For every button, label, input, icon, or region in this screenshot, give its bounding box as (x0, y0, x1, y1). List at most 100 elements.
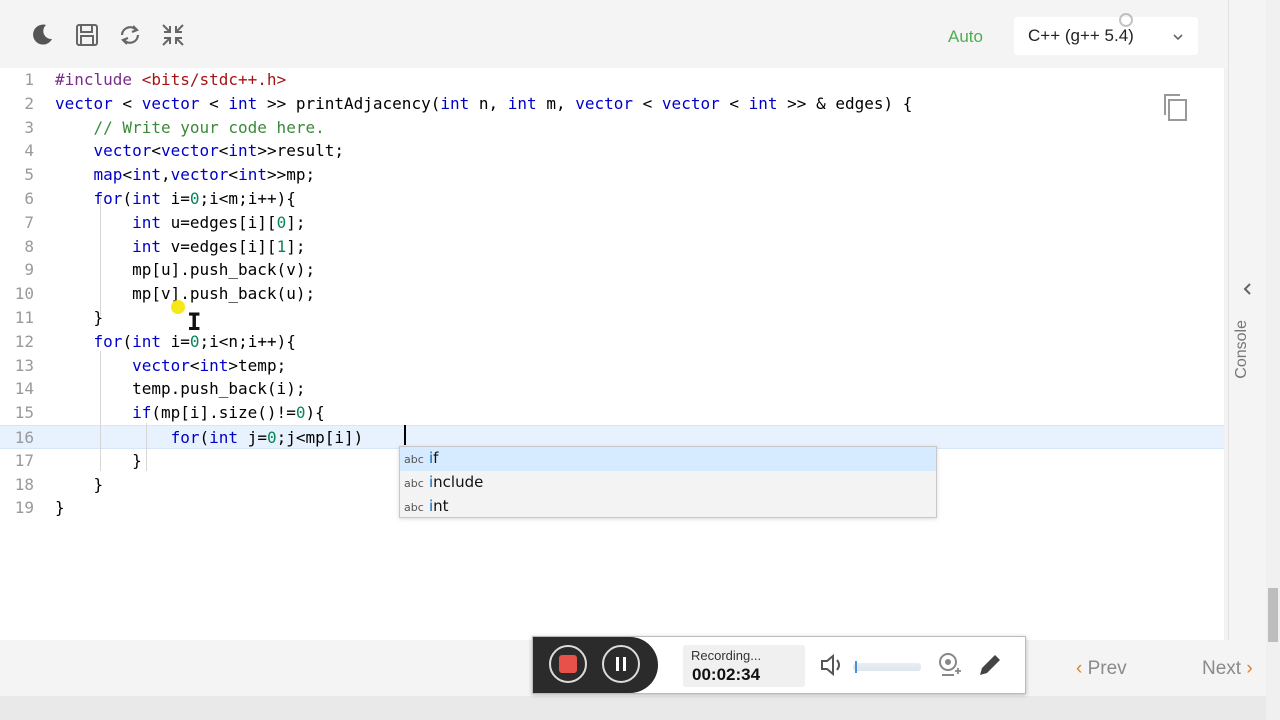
page-scrollbar[interactable] (1266, 0, 1280, 720)
recording-timer: 00:02:34 (692, 665, 761, 684)
code-line[interactable]: 6 for(int i=0;i<m;i++){ (0, 187, 1224, 211)
line-number: 15 (14, 403, 34, 423)
code-line[interactable]: 8 int v=edges[i][1]; (0, 235, 1224, 259)
line-number: 4 (24, 141, 34, 161)
code-text: map<int,vector<int>>mp; (93, 165, 316, 185)
suggestion-rest: nt (433, 496, 449, 515)
suggestion-if[interactable]: abc if (400, 447, 936, 471)
code-line[interactable]: 5 map<int,vector<int>>mp; (0, 163, 1224, 187)
code-text: mp[u].push_back(v); (55, 260, 316, 280)
indent-guide (100, 351, 101, 471)
pen-icon[interactable] (976, 651, 1004, 684)
next-label: Next (1202, 658, 1242, 679)
line-number: 2 (24, 93, 34, 113)
line-number: 16 (14, 428, 34, 447)
stop-record-button[interactable] (549, 645, 587, 683)
line-number: 6 (24, 189, 34, 208)
copy-icon[interactable] (1160, 92, 1190, 129)
pause-icon (616, 657, 626, 671)
indent-guide (146, 423, 147, 471)
chevron-down-icon (1172, 28, 1184, 48)
code-text: } (55, 308, 104, 327)
collapse-icon[interactable] (158, 20, 188, 50)
code-line[interactable]: 13 vector<int>temp; (0, 354, 1224, 378)
language-select[interactable]: C++ (g++ 5.4) (1014, 17, 1198, 55)
code-text: vector<int>temp; (132, 355, 287, 375)
moon-icon[interactable] (27, 20, 57, 50)
code-text: for(int i=0;i<m;i++){ (93, 189, 296, 208)
editor-toolbar: Auto C++ (g++ 5.4) (0, 0, 1228, 68)
suggestion-include[interactable]: abc include (400, 471, 936, 495)
refresh-icon[interactable] (115, 20, 145, 50)
code-text: mp[v].push_back(u); (55, 284, 316, 304)
line-number: 17 (14, 450, 34, 470)
code-text: #include <bits/stdc++.h> (55, 70, 287, 89)
prev-label: Prev (1087, 658, 1127, 679)
pause-record-button[interactable] (602, 645, 640, 683)
app-window: Auto C++ (g++ 5.4) 1 #include <bits/stdc+… (0, 0, 1280, 720)
code-text: } (55, 450, 142, 470)
line-number: 1 (24, 70, 34, 89)
line-number: 3 (24, 117, 34, 137)
line-number: 12 (14, 331, 34, 351)
recorder-watermark (1118, 12, 1134, 28)
line-number: 9 (24, 260, 34, 280)
recording-label: Recording... (691, 648, 762, 663)
scrollbar-thumb[interactable] (1268, 588, 1278, 642)
indent-guide (100, 198, 101, 316)
code-text: for(int i=0;i<n;i++){ (93, 331, 296, 351)
text-caret (404, 425, 406, 445)
console-tab[interactable]: Console (1233, 320, 1251, 379)
line-number: 11 (14, 308, 34, 327)
suggestion-rest: f (433, 449, 439, 467)
language-value: C++ (g++ 5.4) (1028, 26, 1134, 45)
stop-icon (559, 655, 577, 673)
recording-status: Recording... 00:02:34 (683, 645, 805, 687)
line-number: 14 (14, 379, 34, 399)
suggestion-int[interactable]: abc int (400, 495, 936, 519)
code-text: vector < vector < int >> printAdjacency(… (55, 93, 913, 113)
console-panel-toggle[interactable]: Console (1228, 0, 1266, 640)
speaker-icon[interactable] (819, 652, 847, 683)
code-text: } (55, 498, 65, 518)
code-text: int u=edges[i][0]; (132, 212, 306, 232)
line-number: 5 (24, 165, 34, 185)
code-text: if(mp[i].size()!=0){ (132, 403, 325, 423)
code-line[interactable]: 7 int u=edges[i][0]; (0, 211, 1224, 235)
code-text: for(int j=0;j<mp[i]) (170, 428, 364, 447)
code-text: } (55, 474, 104, 494)
code-line[interactable]: 15 if(mp[i].size()!=0){ (0, 401, 1224, 425)
code-line[interactable]: 4 vector<vector<int>>result; (0, 139, 1224, 163)
suggestion-rest: nclude (433, 472, 484, 491)
suggestion-kind: abc (404, 453, 424, 466)
line-number: 8 (24, 236, 34, 256)
save-icon[interactable] (72, 20, 102, 50)
suggestion-kind: abc (404, 476, 424, 490)
next-button[interactable]: Next › (1202, 658, 1253, 680)
recorder-controls (533, 637, 658, 693)
code-line[interactable]: 2 vector < vector < int >> printAdjacency… (0, 92, 1224, 116)
code-line[interactable]: 3 // Write your code here. (0, 116, 1224, 140)
line-number: 13 (14, 355, 34, 375)
code-text: temp.push_back(i); (55, 379, 306, 399)
line-number: 18 (14, 474, 34, 494)
chevron-left-icon[interactable] (1241, 282, 1253, 301)
line-number: 7 (24, 212, 34, 232)
code-line[interactable]: 9 mp[u].push_back(v); (0, 258, 1224, 282)
code-line[interactable]: 1 #include <bits/stdc++.h> (0, 68, 1224, 92)
code-line[interactable]: 14 temp.push_back(i); (0, 377, 1224, 401)
volume-slider-thumb[interactable] (855, 661, 858, 673)
code-line[interactable]: 12 for(int i=0;i<n;i++){ (0, 330, 1224, 354)
prev-button[interactable]: ‹ Prev (1076, 658, 1127, 680)
code-editor[interactable]: 1 #include <bits/stdc++.h> 2 vector < vecto… (0, 68, 1224, 640)
volume-slider[interactable] (853, 663, 921, 671)
suggestion-kind: abc (404, 500, 424, 514)
auto-label[interactable]: Auto (948, 27, 983, 47)
ibeam-cursor-icon: I (187, 308, 202, 336)
watermark-logo-icon (1119, 13, 1133, 27)
line-number: 10 (14, 284, 34, 304)
code-text: // Write your code here. (55, 117, 325, 137)
screen-recorder-bar: Recording... 00:02:34 (532, 636, 1026, 694)
chevron-left-icon: ‹ (1076, 658, 1083, 679)
webcam-icon[interactable] (935, 651, 963, 684)
